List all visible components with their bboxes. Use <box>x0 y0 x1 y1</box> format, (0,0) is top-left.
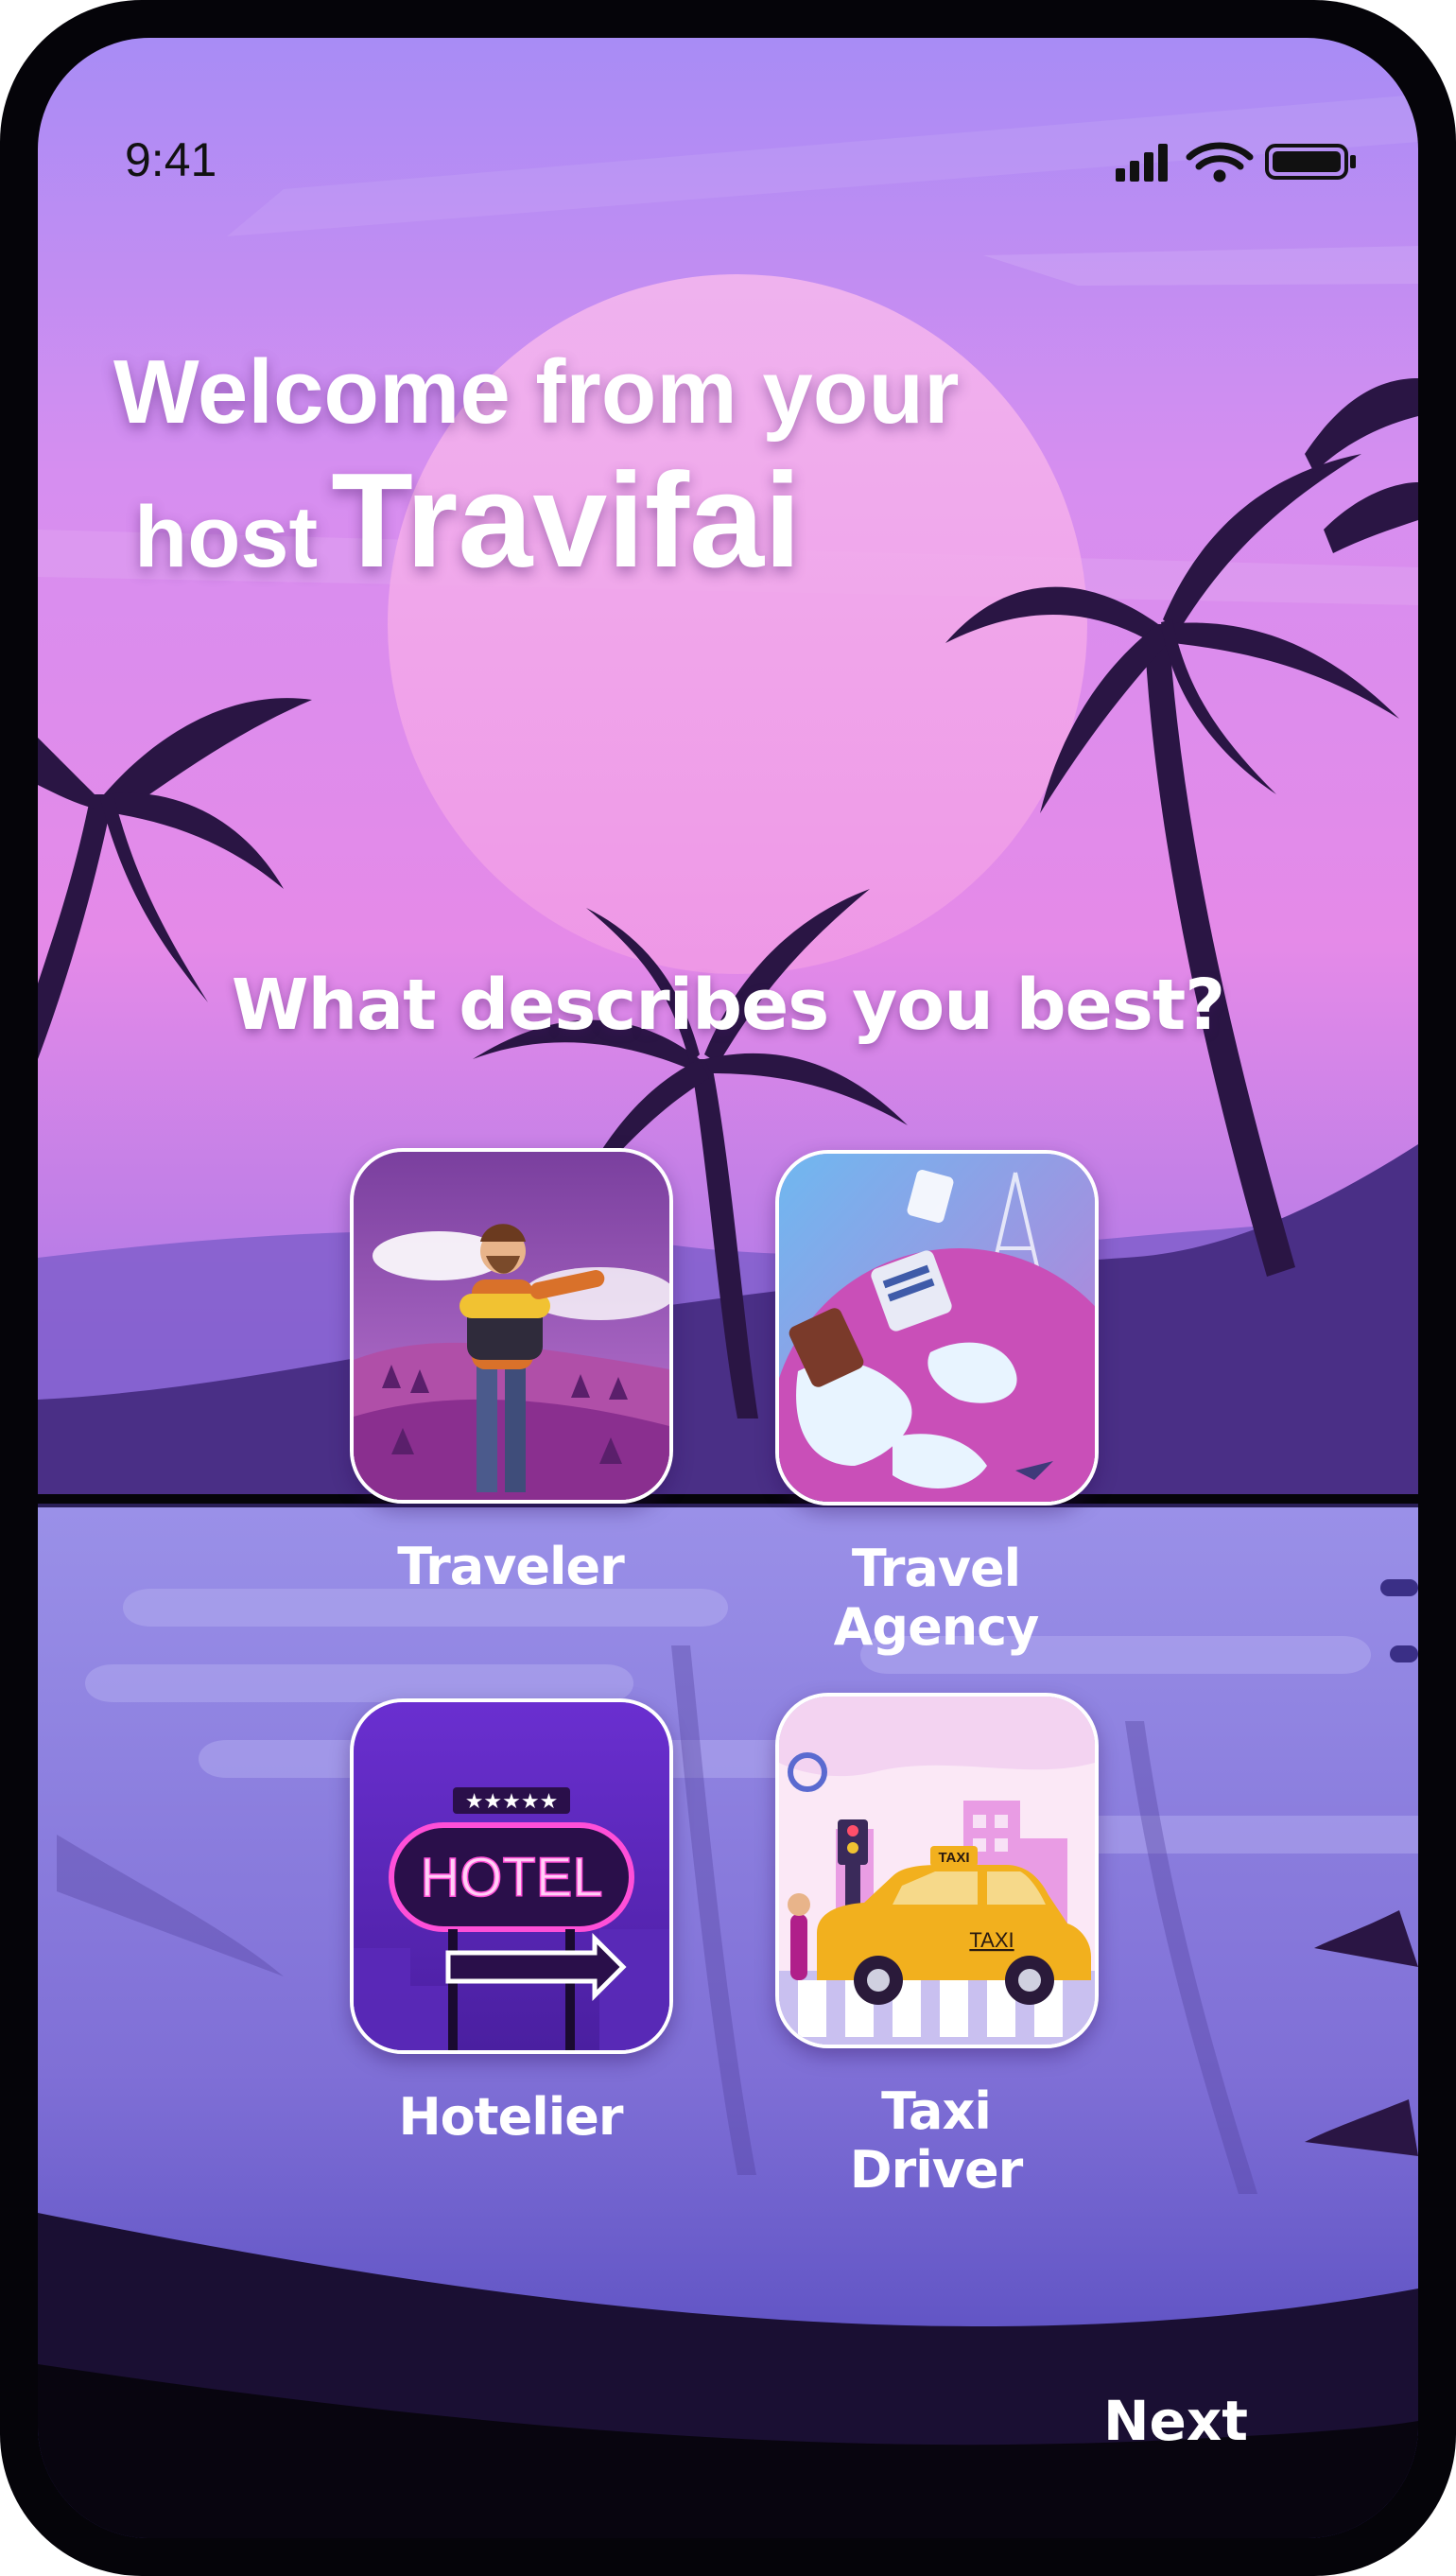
option-hotelier[interactable]: ★★★★★ HOTEL Hotelier <box>350 1698 673 2147</box>
battery-icon <box>1265 144 1356 180</box>
taxi-driver-card[interactable]: TAXI TAXI <box>775 1693 1099 2048</box>
hotel-sign-text: HOTEL <box>420 1847 602 1908</box>
option-label: Hotelier <box>398 2087 623 2147</box>
next-button[interactable]: Next <box>1103 2389 1248 2453</box>
option-taxi-driver[interactable]: TAXI TAXI Taxi Driver <box>775 1693 1099 2200</box>
traveler-card[interactable] <box>350 1148 673 1504</box>
taxi-illustration: TAXI TAXI <box>779 1697 1095 2045</box>
wifi-icon <box>1186 142 1254 183</box>
phone-frame: 9:41 Welcome from your hostTravifai What… <box>0 0 1456 2576</box>
hotelier-card[interactable]: ★★★★★ HOTEL <box>350 1698 673 2054</box>
taxi-door-text: TAXI <box>969 1928 1014 1952</box>
question-heading: What describes you best? <box>231 965 1225 1046</box>
travel-agency-card[interactable] <box>775 1150 1099 1506</box>
travel-agency-illustration <box>779 1154 1095 1502</box>
option-traveler[interactable]: Traveler <box>350 1148 673 1596</box>
status-time: 9:41 <box>125 133 217 186</box>
option-label: Taxi Driver <box>849 2081 1023 2200</box>
welcome-host-line: hostTravifai <box>134 450 1153 634</box>
brand-name: Travifai <box>331 445 802 596</box>
cellular-signal-icon <box>1116 144 1168 182</box>
option-label: Travel Agency <box>833 1539 1040 1657</box>
welcome-line: Welcome from your <box>113 341 960 443</box>
traveler-illustration <box>354 1152 669 1500</box>
svg-text:★★★★★: ★★★★★ <box>465 1790 559 1814</box>
option-label: Traveler <box>397 1537 625 1596</box>
option-travel-agency[interactable]: Travel Agency <box>775 1150 1099 1657</box>
hotel-sign-illustration: ★★★★★ HOTEL <box>354 1702 669 2050</box>
app-screen: 9:41 Welcome from your hostTravifai What… <box>38 38 1418 2538</box>
welcome-heading: Welcome from your hostTravifai <box>113 340 1153 634</box>
status-icons <box>1116 142 1356 183</box>
taxi-roof-text: TAXI <box>938 1850 969 1866</box>
welcome-host-word: host <box>134 489 319 585</box>
